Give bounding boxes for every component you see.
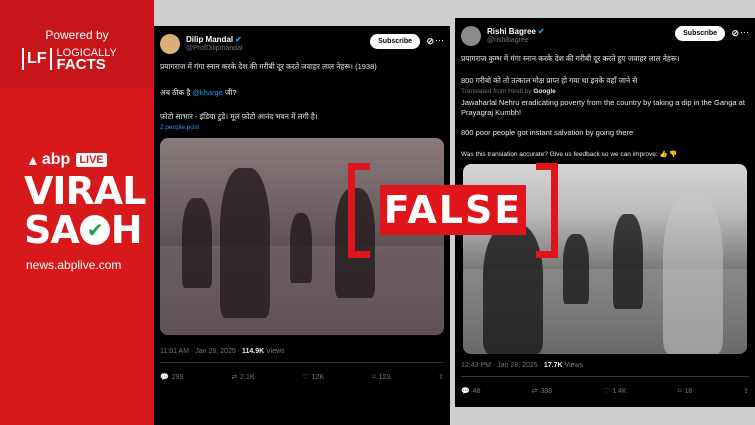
powered-by-label: Powered by [45,28,109,42]
user-name[interactable]: Dilip Mandal [186,35,233,44]
sach-title: SA ✔ H [24,208,143,252]
google-label: Google [533,88,556,95]
view-count: 17.7K [543,362,563,369]
tweet-actions: 💬 293 ⇄ 2.1K ♡ 12K ⌑ 123 ⇪ [160,373,444,382]
sach-part1: SA [24,208,80,252]
share-icon: ⇪ [438,374,444,381]
reply-icon: 💬 [160,374,169,381]
abp-live-logo: ▲ abp LIVE [26,151,107,169]
translation-text-2: 800 poor people got instant salvation by… [461,128,634,137]
user-handle[interactable]: @rishibagree [487,37,529,44]
logically-facts-logo: LF LOGICALLY FACTS [22,47,117,73]
translation-feedback: Was this translation accurate? Give us f… [461,151,678,158]
view-count: 114.9K [241,348,265,355]
repost-icon: ⇄ [531,388,538,395]
grok-icon[interactable]: ⊘ [426,36,434,47]
sach-part2: H [110,208,143,252]
tweet-header: Rishi Bagree ✔ @rishibagree Subscribe ⊘ ⋯ [461,26,749,48]
thumbs-up-icon[interactable]: 👍 [659,151,667,158]
false-verdict-stamp: FALSE [348,163,558,258]
repost-icon: ⇄ [231,374,238,381]
like-button[interactable]: ♡ 12K [302,373,324,382]
share-button[interactable]: ⇪ [438,373,444,381]
subscribe-button[interactable]: Subscribe [370,34,420,49]
checkmark-icon: ✔ [79,215,110,245]
tweet-meta: 12:43 PM · Jan 28, 2025 · 17.7K Views [461,362,584,369]
tweet-text-line1: प्रयागराज कुम्भ में गंगा स्नान करके देश … [461,54,680,63]
divider [461,376,749,377]
tweet-text-line3: फ़ोटो साभार - इंडिया टुडे। मूल फ़ोटो आनं… [160,112,318,121]
site-url: news.abplive.com [26,258,122,272]
heart-icon: ♡ [603,388,610,395]
translation-text-1: Jawaharlal Nehru eradicating poverty fro… [461,98,745,117]
false-label: FALSE [380,185,526,235]
branding-panel: Powered by LF LOGICALLY FACTS ▲ abp LIVE… [0,0,154,425]
left-bracket [348,163,370,258]
reply-button[interactable]: 💬 48 [461,387,481,396]
share-icon: ⇪ [743,388,749,395]
mention-link[interactable]: @kharge [192,88,223,97]
tweet-text-line2: 800 गरीबो को तो तत्काल मोक्ष प्राप्त हो … [461,76,638,85]
tweet-meta: 11:01 AM · Jan 28, 2025 · 114.9K Views [160,348,285,355]
repost-button[interactable]: ⇄ 2.1K [231,373,254,382]
more-icon[interactable]: ⋯ [740,27,749,38]
share-button[interactable]: ⇪ [743,387,749,395]
like-button[interactable]: ♡ 1.4K [603,387,627,396]
tweet-link[interactable]: 2.people.post [160,123,444,133]
tweet-text-line2: अब ठीक है @kharge जी? [160,88,237,97]
divider [160,362,444,363]
reply-button[interactable]: 💬 293 [160,373,183,382]
user-handle[interactable]: @ProfDilipmandal [186,45,243,52]
subscribe-button[interactable]: Subscribe [675,26,725,41]
verified-icon: ✔ [235,35,242,44]
right-bracket [536,163,558,258]
thumbs-down-icon[interactable]: 👎 [669,151,677,158]
reply-icon: 💬 [461,388,470,395]
translated-by: Translated from Hindi by Google [461,88,556,95]
live-badge: LIVE [76,153,107,167]
grok-icon[interactable]: ⊘ [731,28,739,39]
abp-label: abp [41,151,71,168]
lf-mark: LF [22,48,52,70]
avatar[interactable] [160,34,180,54]
verified-icon: ✔ [537,27,545,36]
bookmark-button[interactable]: ⌑ 123 [371,373,390,382]
more-icon[interactable]: ⋯ [435,35,444,46]
tweet-actions: 💬 48 ⇄ 388 ♡ 1.4K ⌑ 18 ⇪ [461,387,749,396]
bookmark-icon: ⌑ [677,388,682,395]
tweet-text-line1: प्रयागराज में गंगा स्नान करके देश की गरी… [160,62,377,71]
abp-arrow-icon: ▲ [26,152,40,168]
viral-title: VIRAL [24,169,146,213]
heart-icon: ♡ [302,374,309,381]
bookmark-icon: ⌑ [371,374,376,381]
avatar[interactable] [461,26,481,46]
repost-button[interactable]: ⇄ 388 [531,387,553,396]
logically-facts-banner: Powered by LF LOGICALLY FACTS [0,0,154,88]
lf-line2: FACTS [56,56,106,73]
bookmark-button[interactable]: ⌑ 18 [677,387,692,396]
user-name[interactable]: Rishi Bagree [487,27,536,36]
tweet-header: Dilip Mandal ✔ @ProfDilipmandal Subscribe… [160,34,444,56]
